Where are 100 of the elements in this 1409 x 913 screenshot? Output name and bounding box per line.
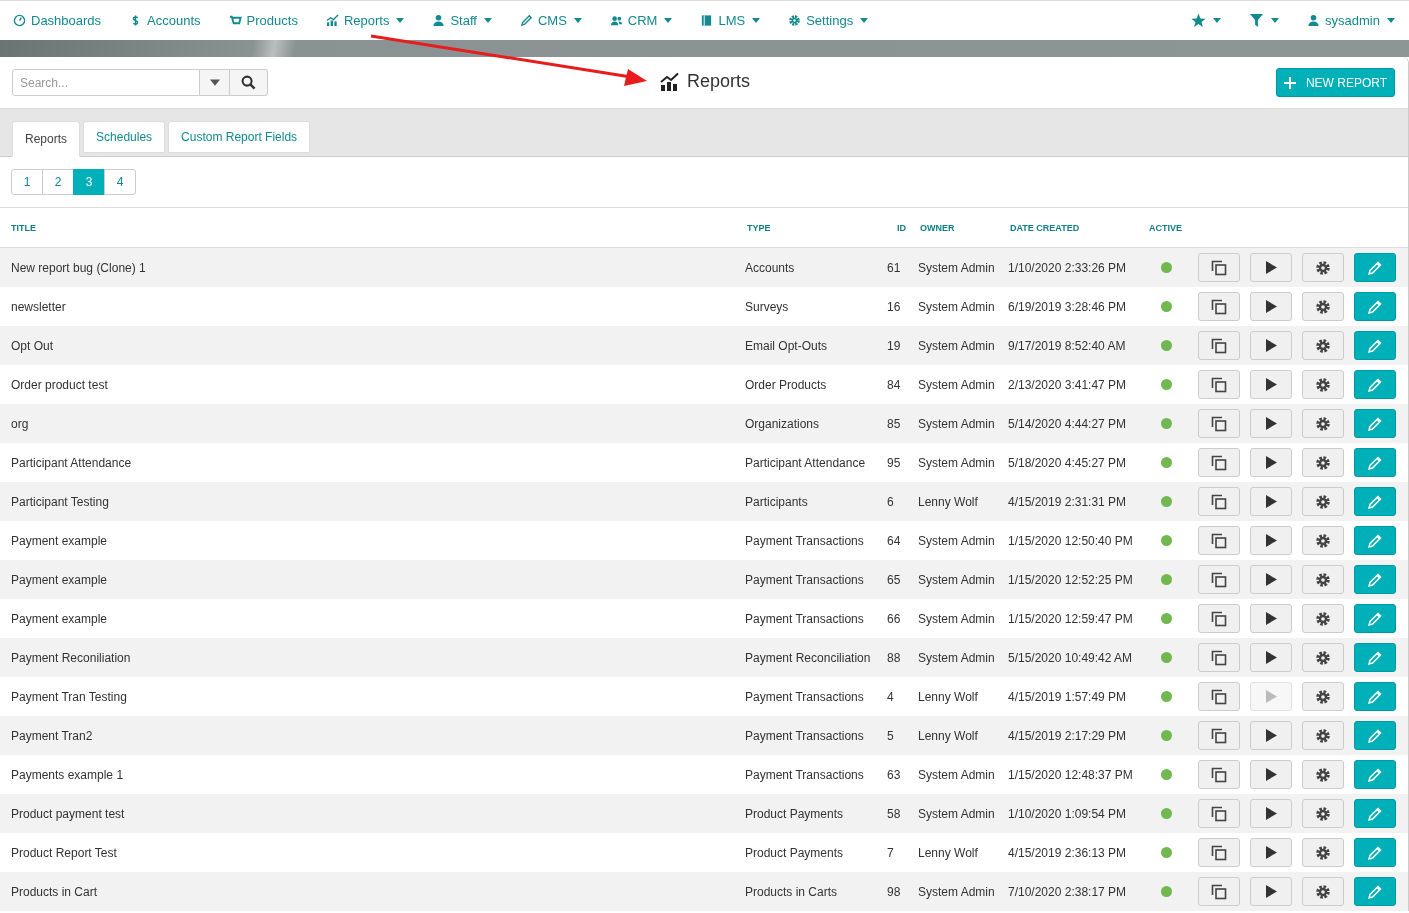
- table-cell-text: 1/15/2020 12:48:37 PM: [1008, 767, 1134, 782]
- copy-button[interactable]: [1198, 799, 1240, 828]
- run-button[interactable]: [1250, 526, 1292, 555]
- nav-menu-item[interactable]: CRM: [609, 13, 673, 28]
- run-button[interactable]: [1250, 331, 1292, 360]
- copy-button[interactable]: [1198, 838, 1240, 867]
- edit-button[interactable]: [1354, 760, 1396, 789]
- run-button[interactable]: [1250, 799, 1292, 828]
- edit-button[interactable]: [1354, 799, 1396, 828]
- copy-button[interactable]: [1198, 448, 1240, 477]
- settings-button[interactable]: [1302, 799, 1344, 828]
- copy-button[interactable]: [1198, 409, 1240, 438]
- settings-button[interactable]: [1302, 643, 1344, 672]
- copy-button[interactable]: [1198, 604, 1240, 633]
- table-cell-text: Lenny Wolf: [917, 845, 979, 860]
- search-icon: [241, 75, 256, 90]
- edit-button[interactable]: [1354, 565, 1396, 594]
- run-button[interactable]: [1250, 487, 1292, 516]
- settings-button[interactable]: [1302, 721, 1344, 750]
- tab[interactable]: Schedules: [83, 121, 166, 153]
- edit-button[interactable]: [1354, 409, 1396, 438]
- nav-menu-item[interactable]: Dashboards: [13, 13, 102, 28]
- settings-button[interactable]: [1302, 565, 1344, 594]
- settings-button[interactable]: [1302, 331, 1344, 360]
- settings-button[interactable]: [1302, 877, 1344, 906]
- settings-button[interactable]: [1302, 682, 1344, 711]
- user-menu[interactable]: sysadmin: [1307, 13, 1395, 28]
- copy-button[interactable]: [1198, 721, 1240, 750]
- edit-button[interactable]: [1354, 643, 1396, 672]
- copy-button[interactable]: [1198, 565, 1240, 594]
- nav-menu-item[interactable]: Settings: [788, 13, 869, 28]
- run-button[interactable]: [1250, 721, 1292, 750]
- search-dropdown-button[interactable]: [200, 69, 230, 96]
- edit-button[interactable]: [1354, 604, 1396, 633]
- copy-button[interactable]: [1198, 682, 1240, 711]
- edit-button[interactable]: [1354, 253, 1396, 282]
- copy-button[interactable]: [1198, 877, 1240, 906]
- copy-button[interactable]: [1198, 292, 1240, 321]
- edit-button[interactable]: [1354, 487, 1396, 516]
- table-cell-text: 88: [887, 650, 902, 665]
- nav-menu-item[interactable]: Reports: [325, 13, 405, 28]
- favorites-menu[interactable]: [1191, 13, 1222, 28]
- settings-button[interactable]: [1302, 409, 1344, 438]
- settings-button[interactable]: [1302, 253, 1344, 282]
- run-button[interactable]: [1250, 253, 1292, 282]
- nav-menu-item[interactable]: CMS: [519, 13, 582, 28]
- edit-button[interactable]: [1354, 877, 1396, 906]
- copy-button[interactable]: [1198, 643, 1240, 672]
- copy-button[interactable]: [1198, 526, 1240, 555]
- run-button[interactable]: [1250, 838, 1292, 867]
- copy-button[interactable]: [1198, 370, 1240, 399]
- run-button[interactable]: [1250, 877, 1292, 906]
- nav-menu-item[interactable]: Accounts: [129, 13, 201, 28]
- new-report-button[interactable]: NEW REPORT: [1276, 68, 1395, 97]
- table-cell-text: 4/15/2019 1:57:49 PM: [1008, 689, 1128, 704]
- settings-button[interactable]: [1302, 487, 1344, 516]
- run-button[interactable]: [1250, 760, 1292, 789]
- edit-button[interactable]: [1354, 721, 1396, 750]
- run-button[interactable]: [1250, 409, 1292, 438]
- edit-button[interactable]: [1354, 370, 1396, 399]
- edit-button[interactable]: [1354, 448, 1396, 477]
- edit-button[interactable]: [1354, 292, 1396, 321]
- nav-menu-item[interactable]: Products: [228, 13, 298, 28]
- settings-button[interactable]: [1302, 292, 1344, 321]
- settings-button[interactable]: [1302, 526, 1344, 555]
- run-button[interactable]: [1250, 292, 1292, 321]
- copy-button[interactable]: [1198, 487, 1240, 516]
- edit-button[interactable]: [1354, 526, 1396, 555]
- edit-button[interactable]: [1354, 682, 1396, 711]
- nav-menu-item[interactable]: LMS: [700, 13, 761, 28]
- filter-menu[interactable]: [1249, 13, 1280, 28]
- page-button[interactable]: 1: [11, 169, 43, 195]
- settings-icon: [788, 14, 802, 27]
- settings-button[interactable]: [1302, 370, 1344, 399]
- caret-icon: [209, 79, 220, 86]
- search-field[interactable]: Search...: [12, 69, 200, 96]
- settings-button[interactable]: [1302, 448, 1344, 477]
- chart-icon: [325, 14, 339, 27]
- run-button[interactable]: [1250, 370, 1292, 399]
- settings-button[interactable]: [1302, 838, 1344, 867]
- edit-button[interactable]: [1354, 838, 1396, 867]
- table-cell-text: Opt Out: [11, 338, 55, 353]
- copy-button[interactable]: [1198, 253, 1240, 282]
- copy-button[interactable]: [1198, 760, 1240, 789]
- settings-button[interactable]: [1302, 604, 1344, 633]
- page-button[interactable]: 4: [104, 169, 136, 195]
- nav-menu-item[interactable]: Staff: [432, 13, 492, 28]
- edit-button[interactable]: [1354, 331, 1396, 360]
- settings-button[interactable]: [1302, 760, 1344, 789]
- settings-icon: [1315, 649, 1331, 666]
- run-button[interactable]: [1250, 448, 1292, 477]
- run-button[interactable]: [1250, 565, 1292, 594]
- search-button[interactable]: [230, 69, 268, 96]
- page-button[interactable]: 2: [42, 169, 74, 195]
- run-button[interactable]: [1250, 643, 1292, 672]
- run-button[interactable]: [1250, 604, 1292, 633]
- page-button[interactable]: 3: [73, 169, 105, 195]
- copy-button[interactable]: [1198, 331, 1240, 360]
- tab[interactable]: Reports: [12, 121, 81, 157]
- tab[interactable]: Custom Report Fields: [168, 121, 311, 153]
